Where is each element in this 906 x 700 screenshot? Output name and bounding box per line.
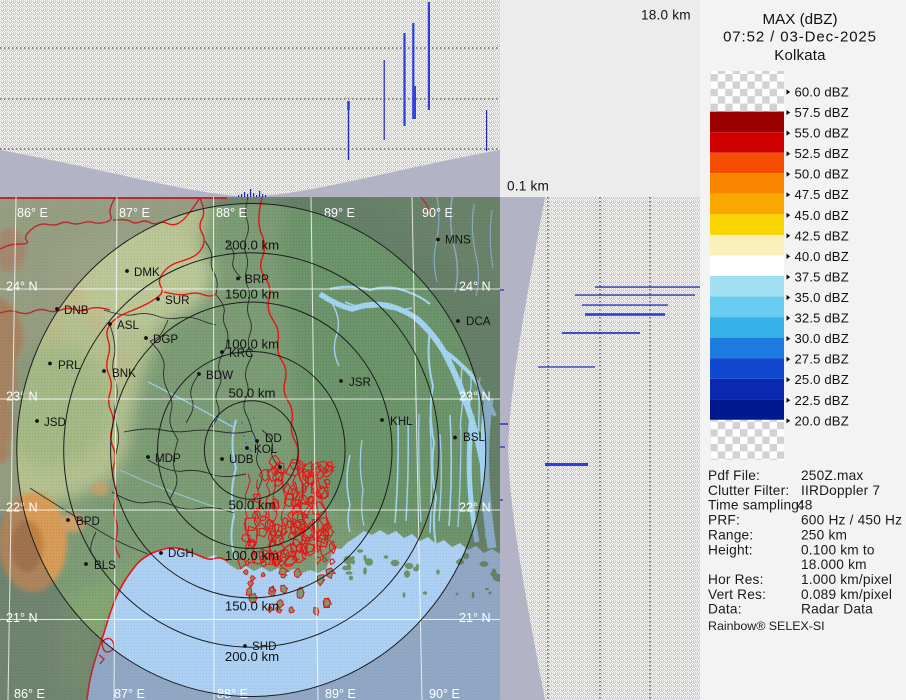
svg-text:ASL: ASL	[117, 319, 139, 332]
svg-text:86° E: 86° E	[14, 687, 45, 700]
svg-text:BNK: BNK	[112, 367, 136, 380]
svg-text:Radar Data: Radar Data	[801, 602, 873, 617]
svg-text:23° N: 23° N	[459, 390, 491, 404]
svg-text:24° N: 24° N	[459, 280, 491, 294]
svg-text:22° N: 22° N	[459, 501, 491, 515]
svg-text:DCA: DCA	[466, 315, 491, 328]
svg-text:1.000 km/pixel: 1.000 km/pixel	[801, 572, 892, 587]
svg-text:SUR: SUR	[165, 294, 189, 307]
svg-text:42.5 dBZ: 42.5 dBZ	[795, 228, 849, 243]
svg-text:88° E: 88° E	[216, 206, 247, 220]
svg-text:BSL: BSL	[463, 431, 485, 444]
svg-text:52.5 dBZ: 52.5 dBZ	[795, 146, 849, 161]
svg-text:50.0 km: 50.0 km	[229, 498, 276, 513]
svg-text:Clutter Filter:: Clutter Filter:	[708, 483, 789, 498]
svg-text:PRL: PRL	[58, 359, 81, 372]
svg-text:MDP: MDP	[155, 452, 181, 465]
svg-text:21° N: 21° N	[459, 611, 491, 625]
svg-text:Range:: Range:	[708, 527, 753, 542]
svg-text:Rainbow® SELEX-SI: Rainbow® SELEX-SI	[708, 619, 825, 633]
svg-text:Data:: Data:	[708, 602, 742, 617]
svg-text:Hor Res:: Hor Res:	[708, 572, 764, 587]
svg-text:20.0 dBZ: 20.0 dBZ	[795, 413, 849, 428]
svg-text:UDB: UDB	[229, 453, 254, 466]
svg-text:150.0 km: 150.0 km	[225, 287, 279, 302]
svg-text:87° E: 87° E	[114, 687, 145, 700]
svg-text:Height:: Height:	[708, 542, 753, 557]
svg-text:89° E: 89° E	[325, 687, 356, 700]
svg-text:60.0 dBZ: 60.0 dBZ	[795, 85, 849, 100]
svg-text:KRC: KRC	[229, 347, 253, 360]
svg-text:BRP: BRP	[245, 273, 269, 286]
svg-text:22.5 dBZ: 22.5 dBZ	[795, 393, 849, 408]
svg-text:0.089 km/pixel: 0.089 km/pixel	[801, 587, 892, 602]
svg-text:Time sampling:: Time sampling:	[708, 498, 803, 513]
svg-text:150.0 km: 150.0 km	[225, 599, 279, 614]
svg-text:30.0 dBZ: 30.0 dBZ	[795, 331, 849, 346]
svg-text:IIRDoppler 7: IIRDoppler 7	[801, 483, 880, 498]
svg-text:07:52 / 03-Dec-2025: 07:52 / 03-Dec-2025	[723, 29, 877, 46]
svg-text:37.5 dBZ: 37.5 dBZ	[795, 270, 849, 285]
svg-text:200.0 km: 200.0 km	[225, 238, 279, 253]
svg-text:18.0 km: 18.0 km	[641, 8, 691, 23]
svg-text:25.0 dBZ: 25.0 dBZ	[795, 372, 849, 387]
svg-text:47.5 dBZ: 47.5 dBZ	[795, 187, 849, 202]
svg-text:BPD: BPD	[76, 515, 100, 528]
svg-text:600 Hz / 450 Hz: 600 Hz / 450 Hz	[801, 513, 902, 528]
svg-text:45.0 dBZ: 45.0 dBZ	[795, 208, 849, 223]
svg-text:21° N: 21° N	[6, 611, 38, 625]
svg-text:DGH: DGH	[168, 547, 194, 560]
svg-text:Vert Res:: Vert Res:	[708, 587, 766, 602]
svg-text:55.0 dBZ: 55.0 dBZ	[795, 126, 849, 141]
svg-text:57.5 dBZ: 57.5 dBZ	[795, 105, 849, 120]
svg-text:18.000 km: 18.000 km	[801, 557, 867, 572]
svg-text:88° E: 88° E	[217, 687, 248, 700]
svg-text:MAX (dBZ): MAX (dBZ)	[762, 11, 837, 28]
svg-text:DGP: DGP	[153, 333, 178, 346]
svg-text:24° N: 24° N	[6, 280, 38, 294]
svg-text:48: 48	[797, 498, 813, 513]
svg-text:0.1 km: 0.1 km	[507, 179, 549, 194]
svg-text:40.0 dBZ: 40.0 dBZ	[795, 249, 849, 264]
svg-text:JSD: JSD	[44, 416, 66, 429]
svg-text:87° E: 87° E	[119, 206, 150, 220]
svg-text:0.100 km to: 0.100 km to	[801, 542, 875, 557]
svg-text:35.0 dBZ: 35.0 dBZ	[795, 290, 849, 305]
svg-text:90° E: 90° E	[429, 687, 460, 700]
svg-text:JSR: JSR	[349, 376, 371, 389]
svg-text:BLS: BLS	[94, 559, 116, 572]
svg-text:50.0 dBZ: 50.0 dBZ	[795, 167, 849, 182]
svg-text:DMK: DMK	[134, 266, 160, 279]
svg-text:27.5 dBZ: 27.5 dBZ	[795, 352, 849, 367]
svg-text:Kolkata: Kolkata	[774, 47, 826, 64]
svg-text:SHD: SHD	[252, 640, 276, 653]
svg-text:Pdf File:: Pdf File:	[708, 468, 760, 483]
svg-text:90° E: 90° E	[422, 206, 453, 220]
svg-text:50.0 km: 50.0 km	[229, 386, 276, 401]
svg-text:86° E: 86° E	[17, 206, 48, 220]
svg-text:89° E: 89° E	[324, 206, 355, 220]
svg-text:KOL: KOL	[254, 443, 278, 456]
svg-text:DNB: DNB	[64, 304, 89, 317]
svg-text:BDW: BDW	[206, 369, 233, 382]
svg-text:100.0 km: 100.0 km	[225, 548, 279, 563]
svg-text:250 km: 250 km	[801, 527, 847, 542]
svg-text:250Z.max: 250Z.max	[801, 468, 863, 483]
svg-text:MNS: MNS	[445, 234, 471, 247]
svg-text:32.5 dBZ: 32.5 dBZ	[795, 311, 849, 326]
svg-text:PRF:: PRF:	[708, 513, 740, 528]
svg-text:KHL: KHL	[390, 415, 413, 428]
